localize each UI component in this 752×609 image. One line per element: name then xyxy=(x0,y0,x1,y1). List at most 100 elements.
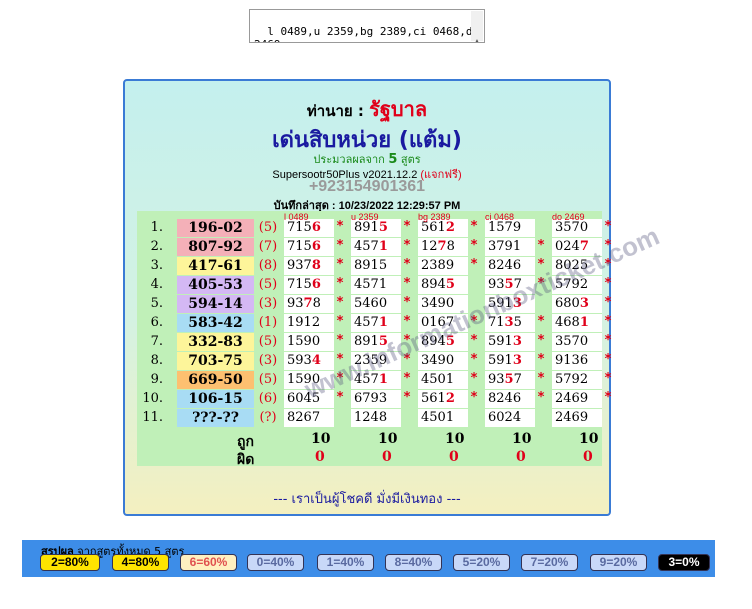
result-code: 594-14 xyxy=(177,295,254,313)
table-row: 2. 807-92 (7) 7156 * 4571 * 1278 * 3791 * 0247 * xyxy=(137,238,611,257)
summary-badge: 2=80% xyxy=(40,554,100,571)
result-code: 807-92 xyxy=(177,238,254,256)
column-header: u 2359 xyxy=(351,212,379,222)
number-cell: 8246 xyxy=(485,390,535,408)
summary-badge: 3=0% xyxy=(658,554,710,571)
result-code: 106-15 xyxy=(177,390,254,408)
result-code: 196-02 xyxy=(177,219,254,237)
hit-star: * xyxy=(470,257,478,272)
number-cell: 8945 xyxy=(418,276,468,294)
row-number: 8. xyxy=(150,353,163,368)
number-cell: 9378 xyxy=(284,295,334,313)
number-cell: 5913 xyxy=(485,333,535,351)
column-header: do 2469 xyxy=(552,212,585,222)
row-number: 6. xyxy=(150,315,163,330)
summary-badge: 8=40% xyxy=(385,554,442,571)
hit-total: 10 xyxy=(378,431,398,447)
result-code: 332-83 xyxy=(177,333,254,351)
number-cell: 5913 xyxy=(485,352,535,370)
hit-star: * xyxy=(470,371,478,386)
hit-count: (5) xyxy=(258,277,278,292)
hit-star: * xyxy=(336,257,344,272)
summary-badge: 7=20% xyxy=(521,554,578,571)
owner-label: ท่านาย : xyxy=(306,102,364,120)
miss-total: 0 xyxy=(382,449,392,465)
number-cell: 4571 xyxy=(351,314,401,332)
result-panel: ท่านาย : รัฐบาล เด่นสิบหน่วย (แต้ม) ประม… xyxy=(123,79,664,516)
hit-star: * xyxy=(403,390,411,405)
result-code: ???-?? xyxy=(177,409,254,427)
footer-slogan: --- เราเป็นผู้โชคดี มั่งมีเงินทอง --- xyxy=(273,492,461,507)
formula-input[interactable]: l 0489,u 2359,bg 2389,ci 0468,do 2469 ▲ … xyxy=(249,9,485,43)
hit-star: * xyxy=(604,219,612,234)
number-cell: 1248 xyxy=(351,409,401,427)
number-cell: 5460 xyxy=(351,295,401,313)
number-cell: 5792 xyxy=(552,371,602,389)
result-table: 1. 196-02 (5) 7156 * 8915 * 5612 * 1579 3570 * 2. 807… xyxy=(137,211,611,468)
table-row: 11. ???-?? (?) 8267 1248 4501 6024 2469 xyxy=(137,409,602,428)
hit-star: * xyxy=(336,314,344,329)
summary-badge: 0=40% xyxy=(247,554,304,571)
hit-star: * xyxy=(336,295,344,310)
hit-count: (5) xyxy=(258,220,278,235)
hit-star: * xyxy=(403,219,411,234)
hit-star: * xyxy=(336,238,344,253)
number-cell: 1590 xyxy=(284,333,334,351)
input-scrollbar[interactable]: ▲ ▼ xyxy=(471,11,483,42)
result-code: 583-42 xyxy=(177,314,254,332)
number-cell: 1912 xyxy=(284,314,334,332)
hit-star: * xyxy=(403,257,411,272)
hit-star: * xyxy=(403,295,411,310)
hit-star: * xyxy=(537,352,545,367)
number-cell: 8267 xyxy=(284,409,334,427)
miss-total: 0 xyxy=(516,449,526,465)
row-number: 7. xyxy=(150,334,163,349)
number-cell: 2469 xyxy=(552,409,602,427)
number-cell: 9136 xyxy=(552,352,602,370)
summary-bar: สรุปผล จากสูตรทั้งหมด 5 สูตร 2=80% 4=80% 6… xyxy=(22,540,715,577)
table-row: 6. 583-42 (1) 1912 * 4571 * 0167 * 7135 * 4681 * xyxy=(137,314,611,333)
miss-total: 0 xyxy=(449,449,459,465)
scroll-up-icon[interactable]: ▲ xyxy=(471,37,483,42)
hit-star: * xyxy=(537,390,545,405)
number-cell: 6793 xyxy=(351,390,401,408)
miss-total: 0 xyxy=(315,449,325,465)
hit-total: 10 xyxy=(512,431,532,447)
number-cell: 6803 xyxy=(552,295,602,313)
row-number: 3. xyxy=(150,258,163,273)
number-cell: 4681 xyxy=(552,314,602,332)
number-cell: 1278 xyxy=(418,238,468,256)
owner-name: รัฐบาล xyxy=(369,97,428,121)
row-number: 1. xyxy=(150,220,163,235)
row-number: 4. xyxy=(150,277,163,292)
number-cell: 9357 xyxy=(485,371,535,389)
hit-star: * xyxy=(604,352,612,367)
number-cell: 2389 xyxy=(418,257,468,275)
hit-total: 10 xyxy=(579,431,599,447)
column-header: l 0489 xyxy=(284,212,309,222)
number-cell: 8246 xyxy=(485,257,535,275)
hit-star: * xyxy=(336,333,344,348)
miss-total: 0 xyxy=(583,449,593,465)
hit-count: (8) xyxy=(258,258,278,273)
phone: +923154901361 xyxy=(308,178,426,195)
summary-badge: 5=20% xyxy=(453,554,510,571)
number-cell: 8915 xyxy=(351,257,401,275)
number-cell: 7156 xyxy=(284,238,334,256)
hit-star: * xyxy=(537,314,545,329)
number-cell: 9378 xyxy=(284,257,334,275)
summary-badge: 4=80% xyxy=(112,554,169,571)
summary-badge: 1=40% xyxy=(317,554,374,571)
number-cell: 3570 xyxy=(552,333,602,351)
table-row: 10. 106-15 (6) 6045 * 6793 * 5612 * 8246 * 2469 * xyxy=(137,390,611,409)
hit-star: * xyxy=(604,276,612,291)
hit-count: (5) xyxy=(258,372,278,387)
number-cell: 2469 xyxy=(552,390,602,408)
number-cell: 4571 xyxy=(351,276,401,294)
hit-star: * xyxy=(470,219,478,234)
owner-line: ท่านาย : รัฐบาล xyxy=(125,93,609,125)
row-number: 5. xyxy=(150,296,163,311)
number-cell: 4501 xyxy=(418,371,468,389)
hit-star: * xyxy=(537,333,545,348)
hit-star: * xyxy=(470,238,478,253)
